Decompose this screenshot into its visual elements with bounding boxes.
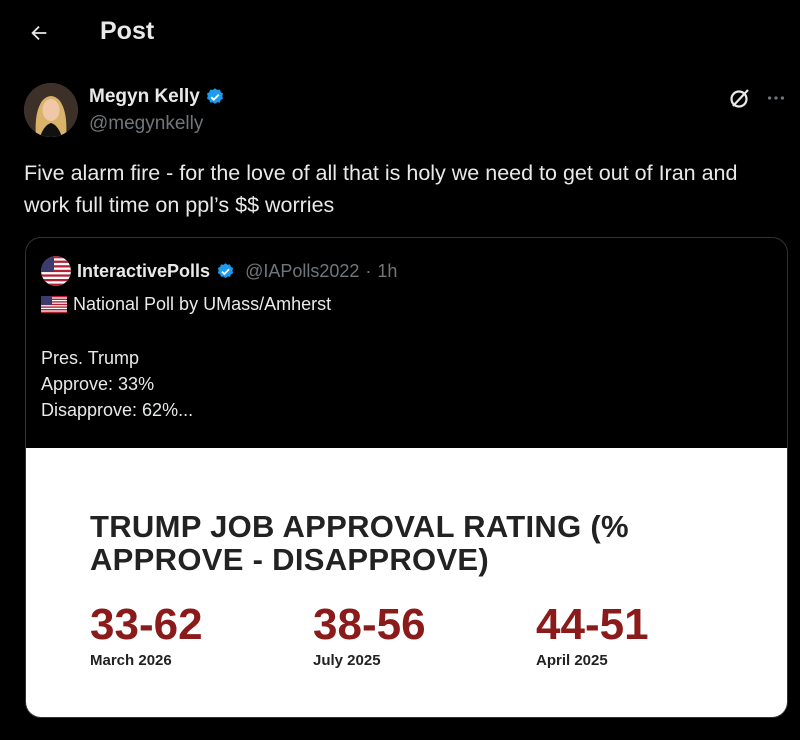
quoted-media-image[interactable]: TRUMP JOB APPROVAL RATING (% APPROVE - D… (26, 448, 787, 717)
quoted-text-line: Disapprove: 62%... (41, 400, 194, 420)
more-icon (767, 96, 785, 100)
quoted-text-line: Approve: 33% (41, 374, 155, 394)
timestamp[interactable]: 1h (377, 261, 397, 282)
author-name-row[interactable]: Megyn Kelly (89, 86, 225, 108)
quoted-text-line: Pres. Trump (41, 348, 140, 368)
quoted-author-name[interactable]: InteractivePolls (77, 261, 210, 282)
quoted-author-handle[interactable]: @IAPolls2022 (245, 261, 359, 282)
post-text: Five alarm fire - for the love of all th… (24, 161, 738, 217)
back-button[interactable] (22, 16, 56, 50)
quoted-line-3: Approve: 33% (41, 374, 154, 395)
author-handle[interactable]: @megynkelly (89, 113, 203, 135)
stat-value: 38-56 (313, 600, 426, 649)
media-title: TRUMP JOB APPROVAL RATING (% APPROVE - D… (90, 509, 629, 577)
us-flag-icon (41, 256, 71, 286)
author-name[interactable]: Megyn Kelly (89, 86, 200, 108)
quoted-post[interactable]: InteractivePolls @IAPolls2022 · 1h Natio… (25, 237, 788, 718)
stat-label: April 2025 (536, 652, 608, 669)
verified-badge-icon (206, 88, 223, 104)
quoted-avatar[interactable] (41, 256, 71, 286)
quoted-line-4: Disapprove: 62%... (41, 400, 193, 421)
stat-march-2026: 33-62 March 2026 (90, 600, 203, 669)
stat-april-2025: 44-51 April 2025 (536, 600, 649, 669)
stat-value: 33-62 (90, 600, 203, 649)
quoted-line-2: Pres. Trump (41, 348, 139, 369)
quoted-line-1: National Poll by UMass/Amherst (41, 294, 331, 315)
stat-label: July 2025 (313, 652, 381, 669)
grok-icon (730, 89, 749, 108)
top-bar: Post (0, 0, 800, 64)
page-title: Post (100, 17, 155, 45)
stat-label: March 2026 (90, 652, 172, 669)
stat-value: 44-51 (536, 600, 649, 649)
verified-badge-icon (217, 262, 234, 278)
stat-july-2025: 38-56 July 2025 (313, 600, 426, 669)
us-flag-icon (41, 296, 67, 313)
grok-button[interactable] (726, 84, 754, 112)
quoted-text-line: National Poll by UMass/Amherst (73, 294, 332, 314)
avatar[interactable] (24, 83, 78, 137)
more-button[interactable] (762, 84, 790, 112)
arrow-left-icon (31, 25, 47, 41)
quoted-post-header: InteractivePolls @IAPolls2022 · 1h (41, 256, 397, 286)
separator: · (365, 260, 372, 281)
